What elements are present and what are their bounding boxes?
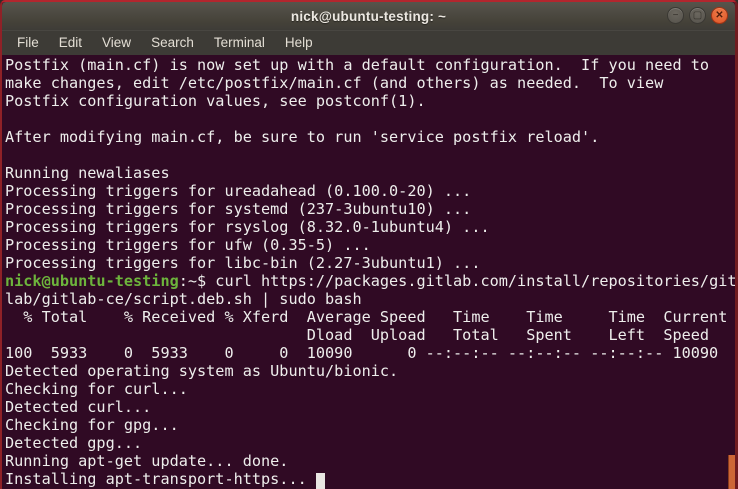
terminal-text: Dload Upload Total Spent Left Speed bbox=[5, 326, 710, 344]
terminal-line: make changes, edit /etc/postfix/main.cf … bbox=[5, 74, 735, 92]
terminal-line: Detected curl... bbox=[5, 398, 735, 416]
terminal-line: Installing apt-transport-https... bbox=[5, 470, 735, 489]
terminal-output[interactable]: Postfix (main.cf) is now set up with a d… bbox=[2, 55, 735, 489]
terminal-line: nick@ubuntu-testing:~$ curl https://pack… bbox=[5, 272, 735, 290]
terminal-text: Checking for gpg... bbox=[5, 416, 179, 434]
terminal-text: Postfix (main.cf) is now set up with a d… bbox=[5, 56, 710, 74]
terminal-line: Checking for gpg... bbox=[5, 416, 735, 434]
terminal-text: Processing triggers for systemd (237-3ub… bbox=[5, 200, 472, 218]
terminal-line: lab/gitlab-ce/script.deb.sh | sudo bash bbox=[5, 290, 735, 308]
terminal-line: Detected gpg... bbox=[5, 434, 735, 452]
terminal-text: % Total % Received % Xferd Average Speed… bbox=[5, 308, 728, 326]
terminal-line: 100 5933 0 5933 0 0 10090 0 --:--:-- --:… bbox=[5, 344, 735, 362]
terminal-text: After modifying main.cf, be sure to run … bbox=[5, 128, 600, 146]
terminal-line: Processing triggers for systemd (237-3ub… bbox=[5, 200, 735, 218]
minimize-icon: − bbox=[672, 9, 679, 21]
menu-help[interactable]: Help bbox=[276, 32, 322, 53]
terminal-text: Processing triggers for rsyslog (8.32.0-… bbox=[5, 218, 490, 236]
window-title: nick@ubuntu-testing: ~ bbox=[290, 8, 447, 24]
menu-edit[interactable]: Edit bbox=[50, 32, 91, 53]
terminal-text: make changes, edit /etc/postfix/main.cf … bbox=[5, 74, 664, 92]
menu-terminal[interactable]: Terminal bbox=[205, 32, 274, 53]
terminal-line: Running newaliases bbox=[5, 164, 735, 182]
terminal-text: lab/gitlab-ce/script.deb.sh | sudo bash bbox=[5, 290, 362, 308]
terminal-text: Processing triggers for ufw (0.35-5) ... bbox=[5, 236, 371, 254]
terminal-text: Installing apt-transport-https... bbox=[5, 470, 316, 488]
scrollbar-thumb[interactable] bbox=[728, 455, 735, 489]
maximize-icon: ▢ bbox=[692, 9, 703, 21]
terminal-line: Checking for curl... bbox=[5, 380, 735, 398]
menu-file[interactable]: File bbox=[8, 32, 48, 53]
prompt-user-host: nick@ubuntu-testing bbox=[5, 272, 179, 290]
terminal-line: After modifying main.cf, be sure to run … bbox=[5, 128, 735, 146]
menu-search[interactable]: Search bbox=[142, 32, 203, 53]
terminal-line: Postfix configuration values, see postco… bbox=[5, 92, 735, 110]
terminal-line: Processing triggers for libc-bin (2.27-3… bbox=[5, 254, 735, 272]
terminal-text: Detected gpg... bbox=[5, 434, 143, 452]
terminal-text: Detected curl... bbox=[5, 398, 152, 416]
terminal-line: Processing triggers for rsyslog (8.32.0-… bbox=[5, 218, 735, 236]
terminal-line: Processing triggers for ufw (0.35-5) ... bbox=[5, 236, 735, 254]
terminal-line: % Total % Received % Xferd Average Speed… bbox=[5, 308, 735, 326]
terminal-text: Checking for curl... bbox=[5, 380, 188, 398]
close-icon: ✕ bbox=[715, 9, 724, 21]
terminal-line: Detected operating system as Ubuntu/bion… bbox=[5, 362, 735, 380]
terminal-line: Dload Upload Total Spent Left Speed bbox=[5, 326, 735, 344]
maximize-button[interactable]: ▢ bbox=[689, 7, 706, 24]
terminal-text: Postfix configuration values, see postco… bbox=[5, 92, 426, 110]
menu-bar: File Edit View Search Terminal Help bbox=[2, 30, 735, 55]
terminal-line: Processing triggers for ureadahead (0.10… bbox=[5, 182, 735, 200]
menu-view[interactable]: View bbox=[93, 32, 140, 53]
terminal-text: Detected operating system as Ubuntu/bion… bbox=[5, 362, 399, 380]
terminal-text: Processing triggers for ureadahead (0.10… bbox=[5, 182, 472, 200]
minimize-button[interactable]: − bbox=[667, 7, 684, 24]
terminal-line: Running apt-get update... done. bbox=[5, 452, 735, 470]
terminal-text: Running newaliases bbox=[5, 164, 170, 182]
terminal-text: :~$ curl https://packages.gitlab.com/ins… bbox=[178, 272, 735, 290]
terminal-line: Postfix (main.cf) is now set up with a d… bbox=[5, 56, 735, 74]
terminal-text: Processing triggers for libc-bin (2.27-3… bbox=[5, 254, 481, 272]
terminal-text: Running apt-get update... done. bbox=[5, 452, 289, 470]
title-bar[interactable]: nick@ubuntu-testing: ~ − ▢ ✕ bbox=[2, 2, 735, 30]
terminal-cursor bbox=[315, 473, 325, 489]
terminal-window: nick@ubuntu-testing: ~ − ▢ ✕ File Edit V… bbox=[0, 0, 738, 489]
close-button[interactable]: ✕ bbox=[711, 7, 728, 24]
window-controls: − ▢ ✕ bbox=[667, 7, 728, 24]
terminal-text: 100 5933 0 5933 0 0 10090 0 --:--:-- --:… bbox=[5, 344, 719, 362]
